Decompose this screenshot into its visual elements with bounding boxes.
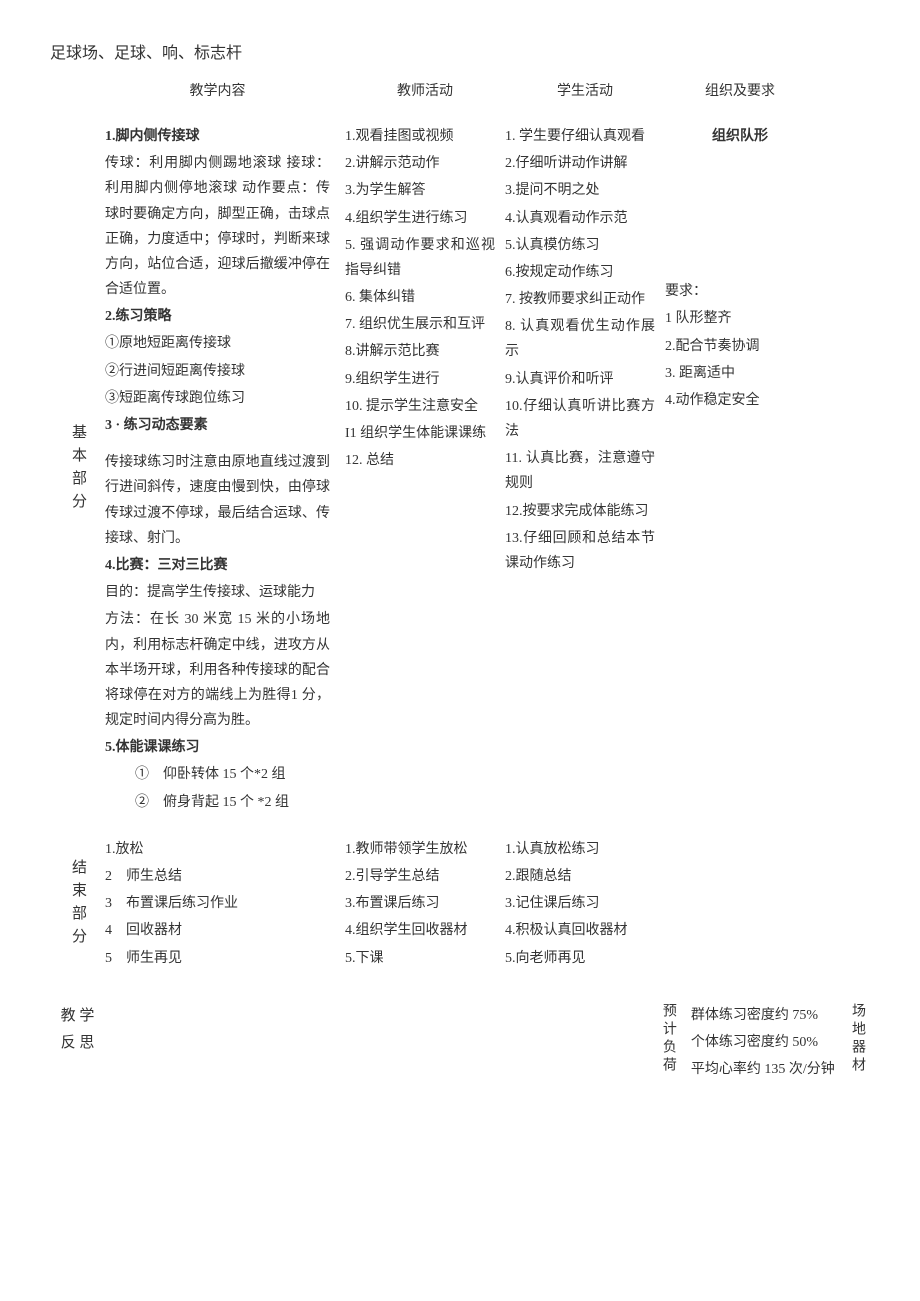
top-header: 足球场、足球、响、标志杆 [50, 40, 870, 69]
org-r1: 1 队形整齐 [665, 306, 815, 331]
end-t3: 3.布置课后练习 [345, 891, 495, 916]
content-h4: 4.比赛：三对三比赛 [105, 553, 330, 578]
end-s1: 1.认真放松练习 [505, 837, 655, 862]
content-h2: 2.练习策略 [105, 304, 330, 329]
venue-label: 场地器材 [835, 1003, 870, 1075]
header-org: 组织及要求 [665, 79, 815, 104]
end-c3: 3 布置课后练习作业 [105, 891, 330, 916]
teacher-5: 5. 强调动作要求和巡视指导纠错 [345, 233, 495, 283]
main-content-cell: 1.脚内侧传接球 传球：利用脚内侧踢地滚球 接球：利用脚内侧停地滚球 动作要点：… [105, 124, 345, 817]
header-teacher: 教师活动 [345, 79, 505, 104]
load-3: 平均心率约 135 次/分钟 [691, 1057, 835, 1082]
content-p3: 传接球练习时注意由原地直线过渡到行进间斜传，速度由慢到快，由停球传球过渡不停球，… [105, 450, 330, 551]
org-requirements: 要求： 1 队形整齐 2.配合节奏协调 3. 距离适中 4.动作稳定安全 [665, 279, 815, 413]
student-11: 11. 认真比赛，注意遵守规则 [505, 446, 655, 496]
student-6: 6.按规定动作练习 [505, 260, 655, 285]
end-student-cell: 1.认真放松练习 2.跟随总结 3.记住课后练习 4.积极认真回收器材 5.向老… [505, 837, 665, 973]
table-header-row: 教学内容 教师活动 学生活动 组织及要求 [50, 79, 870, 114]
content-p2c: ③短距离传球跑位练习 [105, 386, 330, 411]
student-7: 7. 按教师要求纠正动作 [505, 287, 655, 312]
teacher-1: 1.观看挂图或视频 [345, 124, 495, 149]
main-section-label: 基本部分 [50, 124, 105, 817]
load-label: 预计负荷 [656, 1003, 691, 1075]
main-teacher-cell: 1.观看挂图或视频 2.讲解示范动作 3.为学生解答 4.组织学生进行练习 5.… [345, 124, 505, 817]
end-s2: 2.跟随总结 [505, 864, 655, 889]
teacher-11: I1 组织学生体能课课练 [345, 421, 495, 446]
main-org-cell: 组织队形 要求： 1 队形整齐 2.配合节奏协调 3. 距离适中 4.动作稳定安… [665, 124, 815, 817]
org-r3: 3. 距离适中 [665, 361, 815, 386]
student-3: 3.提问不明之处 [505, 178, 655, 203]
content-p1: 传球：利用脚内侧踢地滚球 接球：利用脚内侧停地滚球 动作要点：传球时要确定方向，… [105, 151, 330, 302]
reflect-content [105, 1003, 656, 1085]
teacher-9: 9.组织学生进行 [345, 367, 495, 392]
teacher-10: 10. 提示学生注意安全 [345, 394, 495, 419]
end-t2: 2.引导学生总结 [345, 864, 495, 889]
end-content-cell: 1.放松 2 师生总结 3 布置课后练习作业 4 回收器材 5 师生再见 [105, 837, 345, 973]
bottom-row: 教 学 反 思 预计负荷 群体练习密度约 75% 个体练习密度约 50% 平均心… [50, 983, 870, 1085]
teacher-6: 6. 集体纠错 [345, 285, 495, 310]
org-r4: 4.动作稳定安全 [665, 388, 815, 413]
content-p2a: ①原地短距离传接球 [105, 331, 330, 356]
student-12: 12.按要求完成体能练习 [505, 499, 655, 524]
student-4: 4.认真观看动作示范 [505, 206, 655, 231]
student-10: 10.仔细认真听讲比赛方法 [505, 394, 655, 444]
content-h3: 3 · 练习动态要素 [105, 413, 330, 438]
end-t5: 5.下课 [345, 946, 495, 971]
teacher-12: 12. 总结 [345, 448, 495, 473]
end-s3: 3.记住课后练习 [505, 891, 655, 916]
teacher-7: 7. 组织优生展示和互评 [345, 312, 495, 337]
content-p5a: ① 仰卧转体 15 个*2 组 [105, 762, 330, 787]
end-c5: 5 师生再见 [105, 946, 330, 971]
end-c4: 4 回收器材 [105, 918, 330, 943]
teacher-4: 4.组织学生进行练习 [345, 206, 495, 231]
teacher-2: 2.讲解示范动作 [345, 151, 495, 176]
lesson-table: 教学内容 教师活动 学生活动 组织及要求 基本部分 1.脚内侧传接球 传球：利用… [50, 79, 870, 1085]
main-section-row: 基本部分 1.脚内侧传接球 传球：利用脚内侧踢地滚球 接球：利用脚内侧停地滚球 … [50, 114, 870, 827]
student-9: 9.认真评价和听评 [505, 367, 655, 392]
org-req-label: 要求： [665, 279, 815, 304]
student-5: 5.认真模仿练习 [505, 233, 655, 258]
end-s4: 4.积极认真回收器材 [505, 918, 655, 943]
end-t1: 1.教师带领学生放松 [345, 837, 495, 862]
load-1: 群体练习密度约 75% [691, 1003, 835, 1028]
end-teacher-cell: 1.教师带领学生放松 2.引导学生总结 3.布置课后练习 4.组织学生回收器材 … [345, 837, 505, 973]
student-1: 1. 学生要仔细认真观看 [505, 124, 655, 149]
end-c2: 2 师生总结 [105, 864, 330, 889]
load-content: 群体练习密度约 75% 个体练习密度约 50% 平均心率约 135 次/分钟 [691, 1003, 835, 1085]
load-section: 预计负荷 群体练习密度约 75% 个体练习密度约 50% 平均心率约 135 次… [656, 1003, 870, 1085]
end-s5: 5.向老师再见 [505, 946, 655, 971]
reflect-label: 教 学 反 思 [50, 1003, 105, 1085]
end-t4: 4.组织学生回收器材 [345, 918, 495, 943]
header-section [50, 79, 105, 104]
reflect-label-1: 教 学 [50, 1003, 105, 1030]
end-c1: 1.放松 [105, 837, 330, 862]
student-2: 2.仔细听讲动作讲解 [505, 151, 655, 176]
student-13: 13.仔细回顾和总结本节课动作练习 [505, 526, 655, 576]
header-student: 学生活动 [505, 79, 665, 104]
content-h1: 1.脚内侧传接球 [105, 124, 330, 149]
load-2: 个体练习密度约 50% [691, 1030, 835, 1055]
content-p4a: 目的：提高学生传接球、运球能力 [105, 580, 330, 605]
header-content: 教学内容 [105, 79, 345, 104]
content-p5b: ② 俯身背起 15 个 *2 组 [105, 790, 330, 815]
end-section-label: 结束部分 [50, 837, 105, 973]
org-title: 组织队形 [665, 124, 815, 149]
content-p2b: ②行进间短距离传接球 [105, 359, 330, 384]
reflect-label-2: 反 思 [50, 1030, 105, 1057]
student-8: 8. 认真观看优生动作展示 [505, 314, 655, 364]
end-section-row: 结束部分 1.放松 2 师生总结 3 布置课后练习作业 4 回收器材 5 师生再… [50, 827, 870, 983]
content-h5: 5.体能课课练习 [105, 735, 330, 760]
content-p4b: 方法：在长 30 米宽 15 米的小场地内，利用标志杆确定中线，进攻方从本半场开… [105, 607, 330, 733]
teacher-8: 8.讲解示范比赛 [345, 339, 495, 364]
main-student-cell: 1. 学生要仔细认真观看 2.仔细听讲动作讲解 3.提问不明之处 4.认真观看动… [505, 124, 665, 817]
teacher-3: 3.为学生解答 [345, 178, 495, 203]
org-r2: 2.配合节奏协调 [665, 334, 815, 359]
end-org-cell [665, 837, 815, 973]
